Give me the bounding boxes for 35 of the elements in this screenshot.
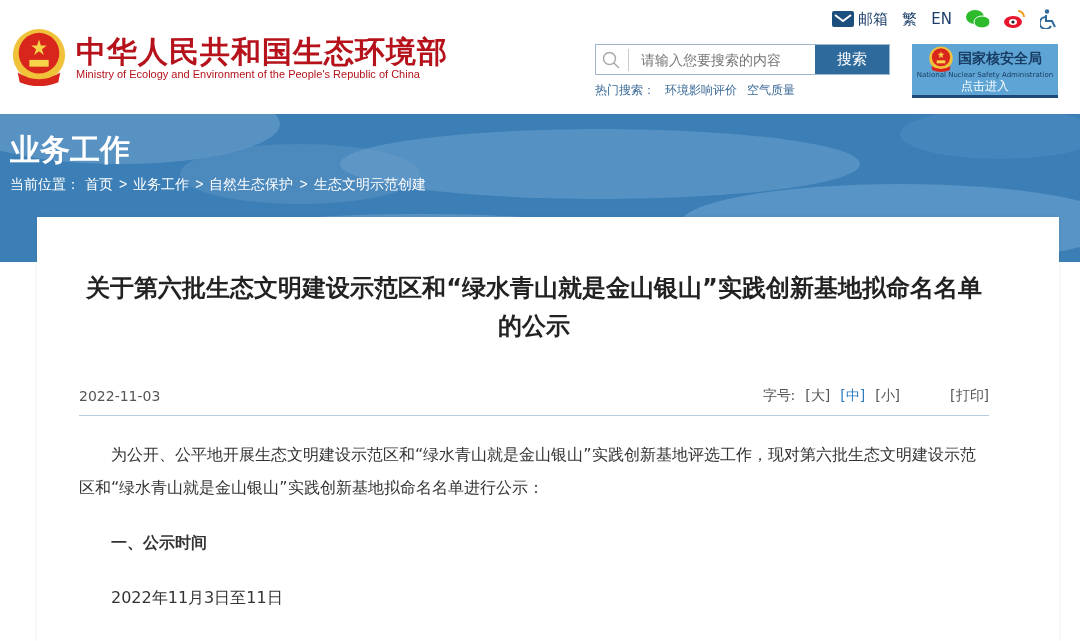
font-size-option[interactable]: [中] bbox=[840, 387, 866, 405]
breadcrumb-link[interactable]: 业务工作 bbox=[133, 176, 190, 194]
mailbox-link[interactable]: 邮箱 bbox=[832, 9, 889, 29]
breadcrumb-link[interactable]: 自然生态保护 bbox=[209, 176, 294, 194]
national-emblem-icon bbox=[10, 28, 68, 86]
section-heading: 一、公示时间 bbox=[110, 532, 208, 554]
enter-label: 点击进入 bbox=[961, 79, 1009, 93]
print-link[interactable]: [打印] bbox=[950, 387, 989, 405]
language-link[interactable]: EN bbox=[931, 10, 952, 28]
font-size-label: 字号: bbox=[762, 387, 796, 405]
hot-search-link[interactable]: 空气质量 bbox=[747, 82, 795, 99]
article-title: 关于第六批生态文明建设示范区和“绿水青山就是金山银山”实践创新基地拟命名名单的公示 bbox=[85, 273, 983, 342]
breadcrumb-separator: > bbox=[194, 176, 205, 194]
breadcrumb-separator: > bbox=[118, 176, 129, 194]
breadcrumb-label: 当前位置： bbox=[10, 176, 80, 194]
body-paragraph: 为公开、公平地开展生态文明建设示范区和“绿水青山就是金山银山”实践创新基地评选工作，现对第六批生态文明建设示范区和“绿水青山就是金山银山”实践创新基地拟命名名单进行公示： bbox=[79, 444, 977, 499]
font-size-option[interactable]: [大] bbox=[805, 387, 831, 405]
publish-date: 2022-11-03 bbox=[79, 388, 161, 404]
site-subtitle: Ministry of Ecology and Environment of the People's Republic of China bbox=[76, 67, 421, 80]
partner-title: 国家核安全局 bbox=[958, 51, 1042, 67]
hot-search-link[interactable]: 环境影响评价 bbox=[665, 82, 737, 99]
breadcrumb-separator: > bbox=[298, 176, 309, 194]
font-size-option[interactable]: [小] bbox=[875, 387, 901, 405]
emblem-icon bbox=[928, 46, 954, 72]
section-title: 业务工作 bbox=[10, 132, 131, 168]
breadcrumb-link[interactable]: 首页 bbox=[85, 176, 113, 194]
site-title: 中华人民共和国生态环境部 bbox=[76, 34, 448, 68]
language-link[interactable]: 繁 bbox=[902, 9, 918, 29]
wechat-icon[interactable] bbox=[966, 9, 990, 29]
breadcrumb-link[interactable]: 生态文明示范创建 bbox=[313, 176, 426, 194]
accessibility-icon[interactable] bbox=[1040, 9, 1058, 29]
body-paragraph: 2022年11月3日至11日 bbox=[110, 587, 284, 609]
weibo-icon[interactable] bbox=[1004, 9, 1026, 29]
hot-search-label: 热门搜索： bbox=[595, 82, 655, 99]
mail-icon bbox=[832, 11, 855, 27]
